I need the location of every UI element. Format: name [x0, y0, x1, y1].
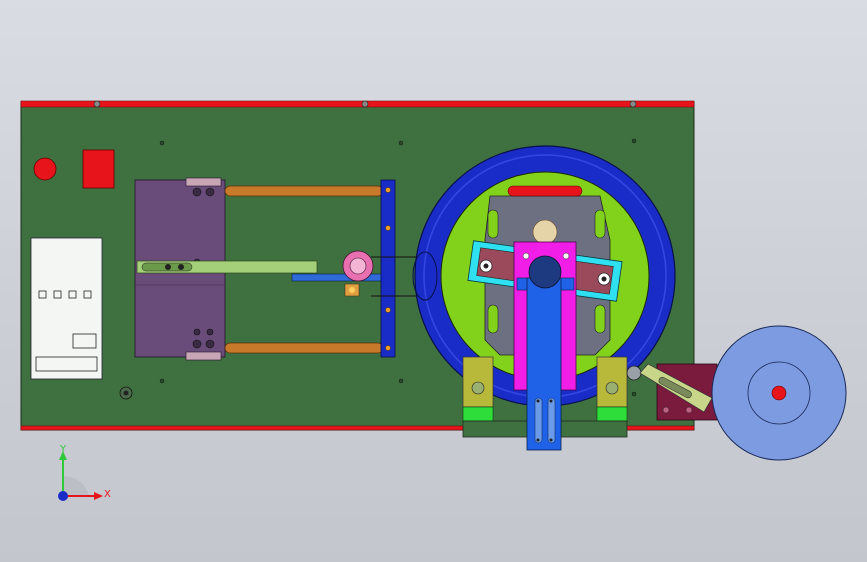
red-square-indicator-icon	[82, 149, 115, 189]
bolt-left-bottom	[119, 386, 133, 400]
guide-rod-top	[224, 185, 384, 197]
cad-viewport[interactable]: Y X	[0, 0, 867, 562]
coordinate-triad-icon: Y X	[58, 444, 111, 501]
control-box	[30, 237, 103, 380]
slide-bar[interactable]	[136, 260, 318, 274]
motor-disc[interactable]	[711, 325, 847, 461]
support-right	[596, 356, 628, 422]
top-rail	[20, 100, 695, 108]
guide-rod-bottom	[224, 342, 384, 354]
red-round-button-icon	[33, 157, 57, 181]
y-axis-label: Y	[59, 444, 67, 455]
support-left	[462, 356, 494, 422]
x-axis-label: X	[104, 489, 111, 500]
